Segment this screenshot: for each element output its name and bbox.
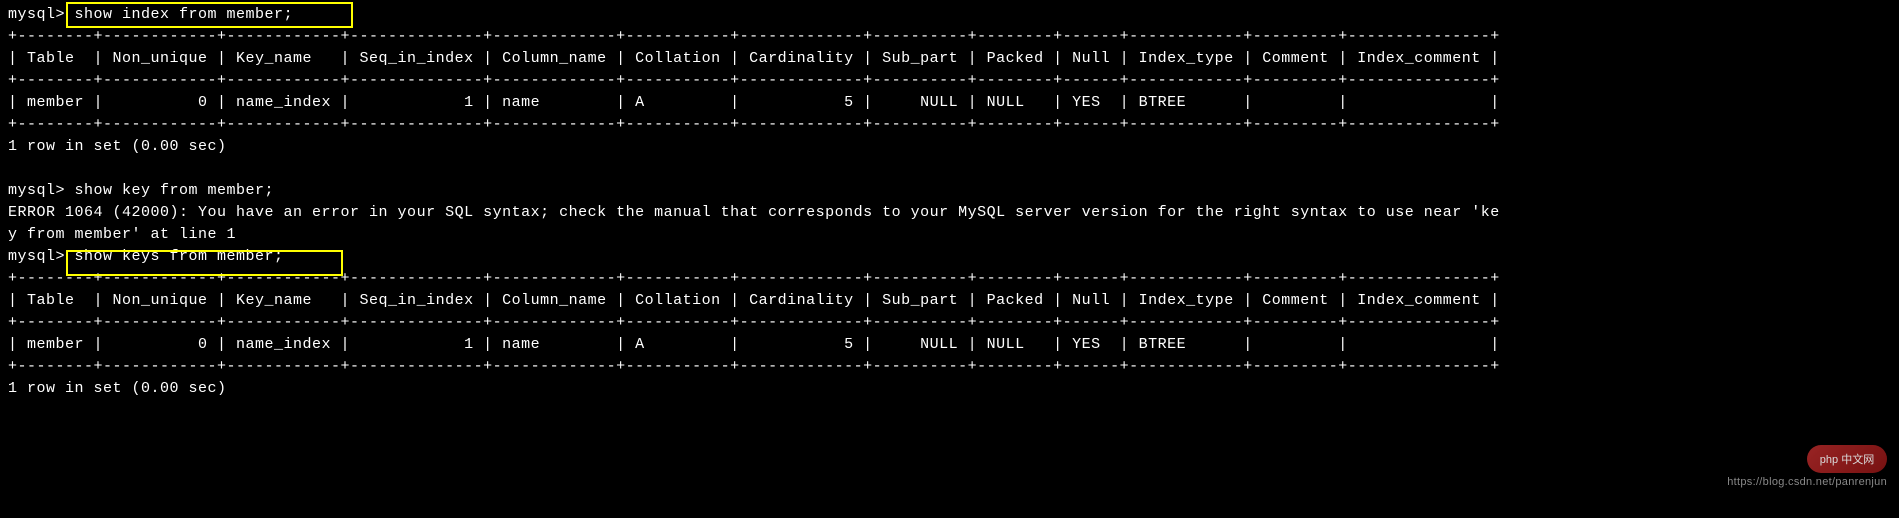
watermark-logo-text: php 中文网 — [1820, 451, 1874, 467]
table-border: +--------+------------+------------+----… — [8, 72, 1500, 89]
table-row: | member | 0 | name_index | 1 | name | A… — [8, 336, 1500, 353]
command-show-keys: show keys from member; — [75, 248, 284, 265]
command-show-key: show key from member; — [75, 182, 275, 199]
table-border: +--------+------------+------------+----… — [8, 358, 1500, 375]
prompt: mysql> — [8, 182, 65, 199]
prompt: mysql> — [8, 248, 65, 265]
table-border: +--------+------------+------------+----… — [8, 314, 1500, 331]
error-line-2: y from member' at line 1 — [8, 226, 236, 243]
error-line-1: ERROR 1064 (42000): You have an error in… — [8, 204, 1500, 221]
row-summary: 1 row in set (0.00 sec) — [8, 138, 227, 155]
table-header: | Table | Non_unique | Key_name | Seq_in… — [8, 50, 1500, 67]
terminal-output[interactable]: mysql> show index from member; +--------… — [0, 0, 1899, 404]
watermark-logo: php 中文网 — [1807, 445, 1887, 473]
table-border: +--------+------------+------------+----… — [8, 270, 1500, 287]
table-border: +--------+------------+------------+----… — [8, 28, 1500, 45]
table-row: | member | 0 | name_index | 1 | name | A… — [8, 94, 1500, 111]
table-border: +--------+------------+------------+----… — [8, 116, 1500, 133]
prompt: mysql> — [8, 6, 65, 23]
row-summary: 1 row in set (0.00 sec) — [8, 380, 227, 397]
command-show-index: show index from member; — [75, 6, 294, 23]
table-header: | Table | Non_unique | Key_name | Seq_in… — [8, 292, 1500, 309]
watermark-url: https://blog.csdn.net/panrenjun — [1727, 476, 1887, 488]
